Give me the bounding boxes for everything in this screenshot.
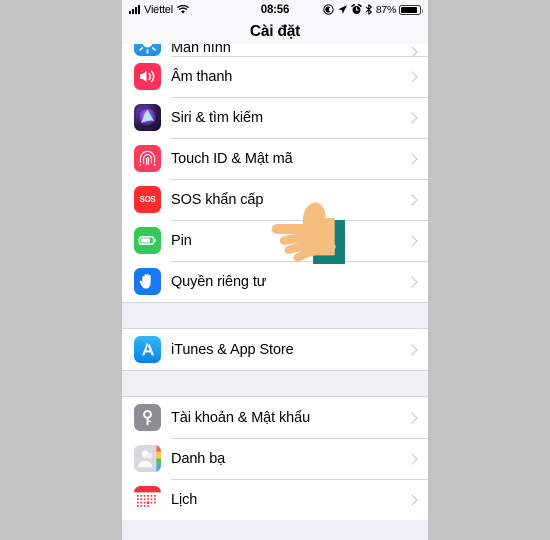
- location-arrow-icon: [338, 5, 347, 14]
- contacts-icon: [134, 445, 161, 472]
- chevron-right-icon: [406, 111, 418, 124]
- settings-row-label: Quyền riêng tư: [171, 273, 267, 290]
- calendar-icon: [134, 486, 161, 513]
- settings-row-label: Âm thanh: [171, 68, 233, 85]
- chevron-right-icon: [406, 411, 418, 424]
- speaker-icon: [134, 63, 161, 90]
- settings-row-contacts[interactable]: Danh bạ: [122, 438, 428, 479]
- chevron-right-icon: [406, 275, 418, 288]
- chevron-right-icon: [406, 46, 418, 56]
- settings-row-accounts[interactable]: Tài khoản & Mật khẩu: [122, 397, 428, 438]
- sos-icon: SOS: [134, 186, 161, 213]
- settings-list[interactable]: Màn hình Âm thanh Siri & tìm kiếm Touch …: [122, 44, 428, 540]
- status-bar: Viettel 08:56 87%: [122, 0, 428, 19]
- settings-row-label: Siri & tìm kiếm: [171, 109, 263, 126]
- sos-icon-label: SOS: [139, 195, 156, 204]
- key-icon: [134, 404, 161, 431]
- battery-percent-label: 87%: [375, 3, 396, 16]
- settings-row-touchid[interactable]: Touch ID & Mật mã: [122, 138, 428, 179]
- settings-group-display: Màn hình Âm thanh Siri & tìm kiếm Touch …: [122, 44, 428, 302]
- settings-group-store: iTunes & App Store: [122, 329, 428, 370]
- bluetooth-icon: [365, 4, 372, 15]
- chevron-right-icon: [406, 452, 418, 465]
- page-title: Cài đặt: [249, 22, 301, 40]
- app-store-icon: [134, 336, 161, 363]
- settings-row-sos[interactable]: SOS SOS khẩn cấp: [122, 179, 428, 220]
- chevron-right-icon: [406, 234, 418, 247]
- settings-row-battery[interactable]: Pin: [122, 220, 428, 261]
- chevron-right-icon: [406, 70, 418, 83]
- settings-row-label: Danh bạ: [171, 450, 226, 467]
- chevron-right-icon: [406, 193, 418, 206]
- settings-row-label: SOS khẩn cấp: [171, 191, 264, 208]
- status-bar-right: 87%: [323, 3, 423, 16]
- alarm-clock-icon: [351, 4, 362, 14]
- settings-row-label: Touch ID & Mật mã: [171, 150, 293, 167]
- section-gap: [122, 370, 428, 397]
- phone-screen: Viettel 08:56 87% Cài đặt Màn hình Âm th…: [122, 0, 428, 540]
- settings-row-display[interactable]: Màn hình: [122, 44, 428, 56]
- battery-settings-icon: [134, 227, 161, 254]
- siri-icon: [134, 104, 161, 131]
- settings-row-privacy[interactable]: Quyền riêng tư: [122, 261, 428, 302]
- display-brightness-icon: [134, 44, 161, 56]
- settings-group-accounts: Tài khoản & Mật khẩu Danh bạ Lịch: [122, 397, 428, 520]
- battery-icon: [399, 4, 423, 15]
- chevron-right-icon: [406, 152, 418, 165]
- settings-row-appstore[interactable]: iTunes & App Store: [122, 329, 428, 370]
- do-not-disturb-icon: [323, 4, 334, 15]
- settings-row-siri[interactable]: Siri & tìm kiếm: [122, 97, 428, 138]
- section-gap: [122, 302, 428, 329]
- navigation-bar: Cài đặt: [122, 19, 428, 44]
- settings-row-calendar[interactable]: Lịch: [122, 479, 428, 520]
- settings-row-label: Màn hình: [171, 44, 231, 56]
- chevron-right-icon: [406, 493, 418, 506]
- settings-row-label: iTunes & App Store: [171, 341, 294, 358]
- settings-row-label: Pin: [171, 232, 192, 249]
- settings-row-label: Lịch: [171, 491, 198, 508]
- privacy-hand-icon: [134, 268, 161, 295]
- chevron-right-icon: [406, 343, 418, 356]
- fingerprint-icon: [134, 145, 161, 172]
- settings-row-label: Tài khoản & Mật khẩu: [171, 409, 311, 426]
- settings-row-sound[interactable]: Âm thanh: [122, 56, 428, 97]
